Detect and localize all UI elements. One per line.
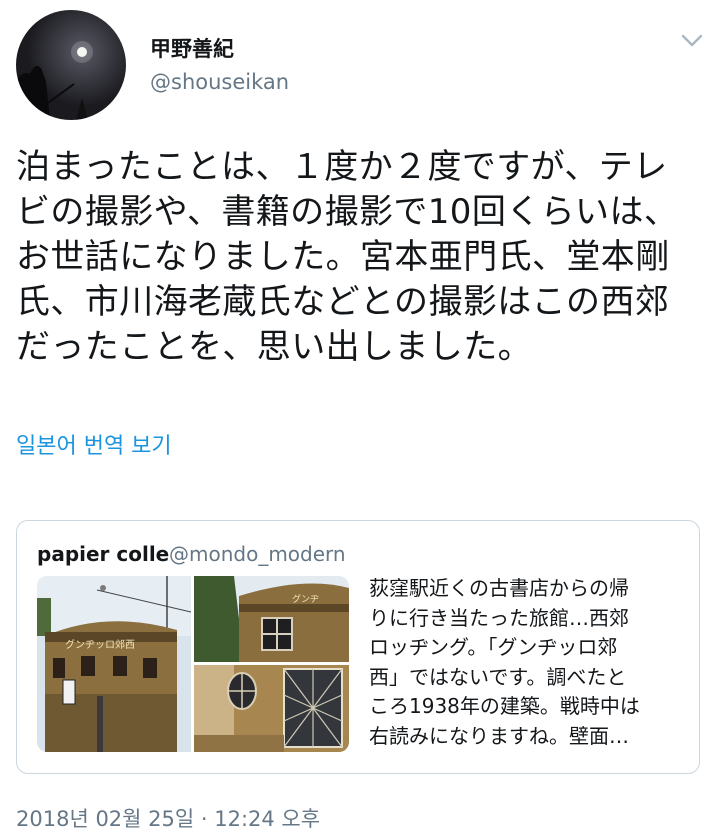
quoted-handle: @mondo_modern [169,542,346,566]
chevron-down-icon[interactable] [680,30,704,50]
translate-link[interactable]: 일본어 번역 보기 [16,428,172,460]
quoted-photo-2[interactable]: グンヂ [194,576,349,662]
avatar[interactable] [16,10,126,120]
tweet-timestamp: 2018년 02월 25일 · 12:24 오후 [16,807,321,831]
quoted-display-name: papier colle [37,542,170,566]
avatar-image [16,10,126,120]
svg-text:グンヂ: グンヂ [292,593,319,605]
quoted-photo-3[interactable] [194,665,349,752]
photo-sign-text: グンヂッロ郊西 [65,638,135,651]
quoted-photo-grid[interactable]: グンヂッロ郊西 グンヂ [37,576,349,752]
tweet-text: 泊まったことは、１度か２度ですが、テレ ビの撮影や、書籍の撮影で10回くらいは、… [16,147,679,367]
quoted-tweet-card[interactable]: papier colle @mondo_modern グンヂッロ郊西 グンヂ 荻… [16,520,700,774]
quoted-text: 荻窪駅近くの古書店からの帰 りに行き当たった旅館…西郊 ロッヂング。「グンヂッロ… [369,576,640,748]
quoted-photo-1[interactable]: グンヂッロ郊西 [37,576,191,752]
author-handle[interactable]: @shouseikan [150,70,289,94]
author-display-name[interactable]: 甲野善紀 [150,33,234,63]
